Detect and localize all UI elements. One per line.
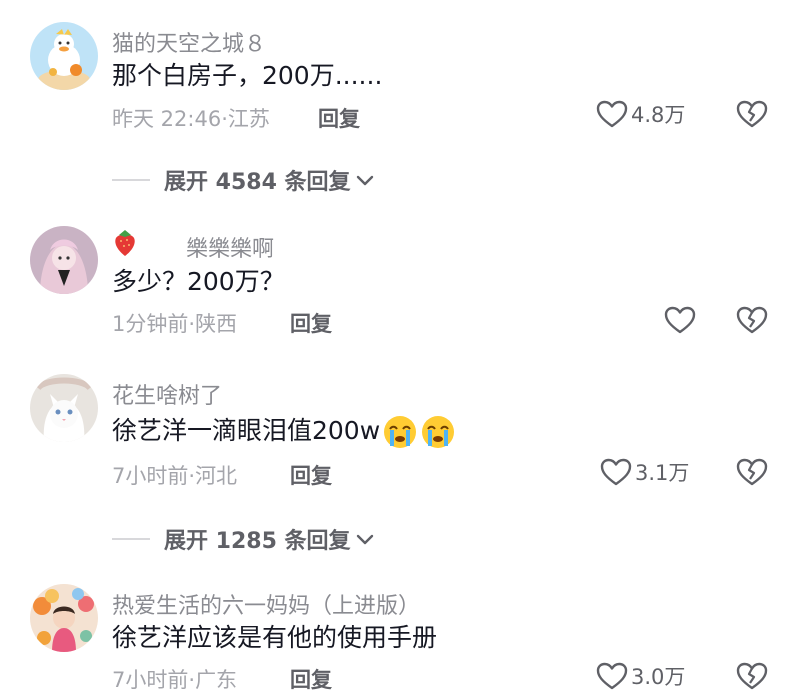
- broken-heart-icon: [736, 306, 768, 334]
- reply-button[interactable]: 回复: [290, 460, 332, 490]
- comment-location: 江苏: [227, 107, 270, 131]
- party-balloons-avatar-icon: [30, 584, 98, 652]
- heart-icon: [596, 662, 628, 690]
- anime-girl-avatar-icon: [30, 226, 98, 294]
- crying-face-icon: [420, 414, 456, 450]
- dislike-button[interactable]: [736, 457, 768, 487]
- comment-time: 昨天 22:46: [112, 107, 222, 131]
- like-count: 3.1万: [635, 461, 690, 485]
- avatar[interactable]: [30, 374, 98, 442]
- heart-icon: [596, 100, 628, 128]
- expand-divider: [112, 179, 150, 181]
- broken-heart-icon: [736, 662, 768, 690]
- crying-face-icon: [382, 414, 418, 450]
- like-count: 3.0万: [631, 665, 686, 689]
- reply-button[interactable]: 回复: [290, 308, 332, 338]
- avatar[interactable]: [30, 226, 98, 294]
- heart-icon: [664, 306, 696, 334]
- like-button[interactable]: 3.0万: [596, 661, 685, 691]
- avatar[interactable]: [30, 22, 98, 90]
- comment-meta: 7小时前·广东: [112, 664, 237, 694]
- comment-time: 1分钟前: [112, 312, 189, 336]
- expand-replies-button[interactable]: 展开 4584 条回复: [112, 164, 375, 196]
- comment-time: 7小时前: [112, 668, 189, 692]
- chevron-down-icon: [355, 173, 375, 187]
- expand-replies-button[interactable]: 展开 1285 条回复: [112, 523, 375, 555]
- comment-text: 多少？200万？: [112, 267, 285, 296]
- broken-heart-icon: [736, 458, 768, 486]
- dislike-button[interactable]: [736, 99, 768, 129]
- like-button[interactable]: [664, 305, 699, 335]
- comment-text: 徐艺洋一滴眼泪值200w: [112, 414, 456, 450]
- username[interactable]: 樂樂樂啊: [186, 231, 274, 263]
- comment-text-content: 徐艺洋一滴眼泪值200w: [112, 416, 381, 445]
- username[interactable]: 猫的天空之城８: [112, 26, 266, 58]
- like-button[interactable]: 4.8万: [596, 99, 685, 129]
- expand-replies-label: 展开 4584 条回复: [164, 170, 351, 195]
- comment-location: 陕西: [195, 312, 238, 336]
- comment-meta: 7小时前·河北: [112, 460, 237, 490]
- username[interactable]: 花生啥树了: [112, 378, 222, 410]
- comment-meta: 1分钟前·陕西: [112, 308, 237, 338]
- expand-replies-label: 展开 1285 条回复: [164, 529, 351, 554]
- comment-meta: 昨天 22:46·江苏: [112, 103, 270, 133]
- comment-location: 广东: [195, 668, 238, 692]
- white-cat-avatar-icon: [30, 374, 98, 442]
- dislike-button[interactable]: [736, 661, 768, 691]
- strawberry-icon: [112, 227, 138, 257]
- comment-time: 7小时前: [112, 464, 189, 488]
- heart-icon: [600, 458, 632, 486]
- username[interactable]: 热爱生活的六一妈妈（上进版）: [112, 588, 420, 620]
- chevron-down-icon: [355, 532, 375, 546]
- dislike-button[interactable]: [736, 305, 768, 335]
- reply-button[interactable]: 回复: [318, 103, 360, 133]
- comment-text: 那个白房子，200万......: [112, 61, 383, 90]
- avatar[interactable]: [30, 584, 98, 652]
- expand-divider: [112, 538, 150, 540]
- broken-heart-icon: [736, 100, 768, 128]
- reply-button[interactable]: 回复: [290, 664, 332, 694]
- comment-location: 河北: [195, 464, 238, 488]
- comment-text: 徐艺洋应该是有他的使用手册: [112, 623, 438, 652]
- meta-separator: ·: [221, 107, 228, 131]
- duck-avatar-icon: [30, 22, 98, 90]
- like-button[interactable]: 3.1万: [600, 457, 689, 487]
- like-count: 4.8万: [631, 103, 686, 127]
